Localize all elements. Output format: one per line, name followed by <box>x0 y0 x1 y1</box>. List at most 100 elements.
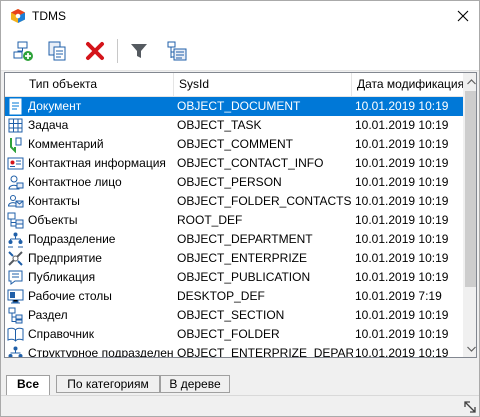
view-tabs: Все По категориям В дереве <box>4 375 477 395</box>
row-date: 10.01.2019 10:19 <box>355 175 449 189</box>
publication-icon <box>7 269 24 286</box>
row-date: 10.01.2019 10:19 <box>355 327 449 341</box>
table-row[interactable]: Публикация OBJECT_PUBLICATION 10.01.2019… <box>5 268 463 287</box>
row-date: 10.01.2019 10:19 <box>355 270 449 284</box>
column-header-date[interactable]: Дата модификация <box>351 73 463 96</box>
close-icon <box>457 10 469 22</box>
tab-by-categories[interactable]: По категориям <box>56 375 160 393</box>
delete-button[interactable] <box>81 37 109 65</box>
window-title: TDMS <box>32 9 66 23</box>
properties-button[interactable] <box>163 37 191 65</box>
row-date: 10.01.2019 10:19 <box>355 251 449 265</box>
filter-button[interactable] <box>125 37 153 65</box>
close-button[interactable] <box>447 1 479 31</box>
row-sysid: OBJECT_DOCUMENT <box>177 99 301 113</box>
row-type: Контакты <box>28 194 80 208</box>
tdms-app-icon <box>10 8 26 24</box>
row-date: 10.01.2019 10:19 <box>355 232 449 246</box>
row-sysid: OBJECT_FOLDER <box>177 327 280 341</box>
contact-info-icon <box>7 155 24 172</box>
row-date: 10.01.2019 10:19 <box>355 346 449 358</box>
chevron-down-icon <box>467 346 476 352</box>
table-row[interactable]: Раздел OBJECT_SECTION 10.01.2019 10:19 <box>5 306 463 325</box>
row-date: 10.01.2019 10:19 <box>355 156 449 170</box>
row-date: 10.01.2019 10:19 <box>355 308 449 322</box>
row-date: 10.01.2019 10:19 <box>355 213 449 227</box>
row-sysid: OBJECT_SECTION <box>177 308 285 322</box>
row-type: Объекты <box>28 213 78 227</box>
row-sysid: DESKTOP_DEF <box>177 289 265 303</box>
copy-object-icon <box>48 41 66 61</box>
row-sysid: ROOT_DEF <box>177 213 243 227</box>
comment-icon <box>7 136 24 154</box>
row-date: 10.01.2019 10:19 <box>355 118 449 132</box>
object-types-grid[interactable]: Тип объекта SysId Дата модификация Докум… <box>4 72 477 358</box>
status-bar <box>1 395 479 416</box>
add-object-icon <box>13 41 33 61</box>
person-icon <box>7 174 24 191</box>
toolbar <box>1 31 479 71</box>
row-sysid: OBJECT_PUBLICATION <box>177 270 311 284</box>
row-type: Раздел <box>28 308 68 322</box>
row-type: Комментарий <box>28 137 104 151</box>
scroll-down-button[interactable] <box>463 340 476 357</box>
table-row[interactable]: Документ OBJECT_DOCUMENT 10.01.2019 10:1… <box>5 97 463 116</box>
table-row[interactable]: Рабочие столы DESKTOP_DEF 10.01.2019 7:1… <box>5 287 463 306</box>
row-type: Задача <box>28 118 69 132</box>
title-bar[interactable]: TDMS <box>1 1 479 31</box>
row-date: 10.01.2019 7:19 <box>355 289 442 303</box>
scrollbar-thumb[interactable] <box>465 91 476 287</box>
table-row[interactable]: Контакты OBJECT_FOLDER_CONTACTS 10.01.20… <box>5 192 463 211</box>
department-icon <box>7 231 24 248</box>
column-header-sysid[interactable]: SysId <box>173 73 351 96</box>
tab-in-tree[interactable]: В дереве <box>160 375 230 393</box>
folder-book-icon <box>7 326 24 343</box>
structure-icon <box>7 345 24 357</box>
vertical-scrollbar[interactable] <box>463 73 476 357</box>
add-object-button[interactable] <box>9 37 37 65</box>
contacts-icon <box>7 193 24 210</box>
table-row[interactable]: Объекты ROOT_DEF 10.01.2019 10:19 <box>5 211 463 230</box>
table-row[interactable]: Справочник OBJECT_FOLDER 10.01.2019 10:1… <box>5 325 463 344</box>
grid-rows: Документ OBJECT_DOCUMENT 10.01.2019 10:1… <box>5 97 463 358</box>
row-type: Структурное подразделение <box>28 346 173 358</box>
row-sysid: OBJECT_ENTERPRIZE <box>177 251 308 265</box>
table-row[interactable]: Контактная информация OBJECT_CONTACT_INF… <box>5 154 463 173</box>
row-sysid: OBJECT_DEPARTMENT <box>177 232 313 246</box>
toolbar-separator <box>117 39 118 63</box>
properties-icon <box>167 41 187 61</box>
row-sysid: OBJECT_CONTACT_INFO <box>177 156 324 170</box>
table-row[interactable]: Задача OBJECT_TASK 10.01.2019 10:19 <box>5 116 463 135</box>
row-date: 10.01.2019 10:19 <box>355 194 449 208</box>
row-sysid: OBJECT_COMMENT <box>177 137 294 151</box>
filter-icon <box>131 44 147 58</box>
table-row[interactable]: Подразделение OBJECT_DEPARTMENT 10.01.20… <box>5 230 463 249</box>
row-type: Публикация <box>28 270 96 284</box>
table-row[interactable]: Предприятие OBJECT_ENTERPRIZE 10.01.2019… <box>5 249 463 268</box>
row-date: 10.01.2019 10:19 <box>355 99 449 113</box>
row-date: 10.01.2019 10:19 <box>355 137 449 151</box>
chevron-up-icon <box>467 78 476 84</box>
row-sysid: OBJECT_TASK <box>177 118 262 132</box>
grid-header: Тип объекта SysId Дата модификация <box>5 73 463 97</box>
row-sysid: OBJECT_ENTERPRIZE_DEPART <box>177 346 353 358</box>
row-sysid: OBJECT_FOLDER_CONTACTS <box>177 194 352 208</box>
copy-object-button[interactable] <box>43 37 71 65</box>
row-sysid: OBJECT_PERSON <box>177 175 282 189</box>
row-type: Документ <box>28 99 82 113</box>
column-header-type[interactable]: Тип объекта <box>23 73 173 96</box>
row-type: Подразделение <box>28 232 116 246</box>
delete-icon <box>86 42 104 60</box>
scroll-up-button[interactable] <box>463 73 476 90</box>
table-row[interactable]: Комментарий OBJECT_COMMENT 10.01.2019 10… <box>5 135 463 154</box>
row-type: Предприятие <box>28 251 102 265</box>
tab-all[interactable]: Все <box>6 375 50 395</box>
objects-icon <box>7 212 24 229</box>
table-row[interactable]: Контактное лицо OBJECT_PERSON 10.01.2019… <box>5 173 463 192</box>
table-row[interactable]: Структурное подразделение OBJECT_ENTERPR… <box>5 344 463 358</box>
desktop-icon <box>7 288 24 305</box>
row-type: Справочник <box>28 327 94 341</box>
row-type: Рабочие столы <box>28 289 112 303</box>
resize-grip-icon[interactable] <box>462 399 478 415</box>
tdms-window: TDMS Тип объекта SysId Дата модификация … <box>0 0 480 417</box>
